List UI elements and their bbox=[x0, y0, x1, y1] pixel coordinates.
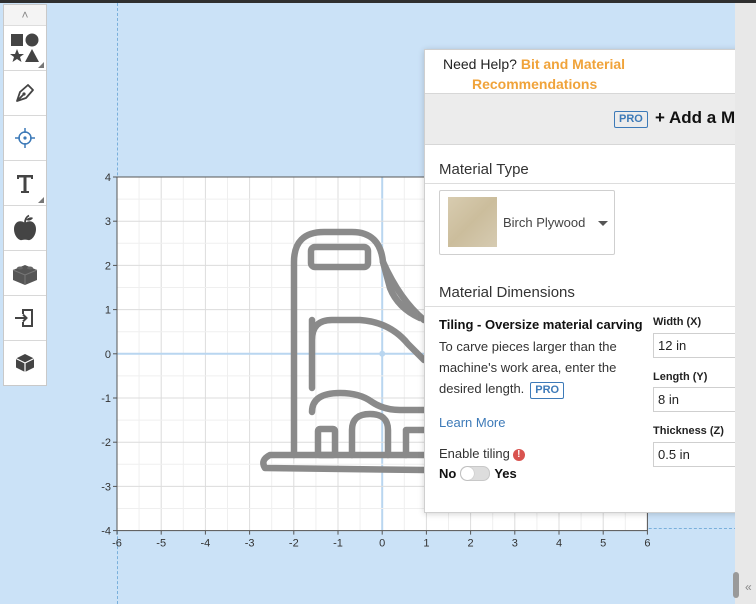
toggle-on-label: Yes bbox=[494, 466, 517, 481]
pro-badge: PRO bbox=[614, 111, 648, 128]
y-tick-label: -2 bbox=[101, 437, 111, 449]
3d-preview-tool[interactable] bbox=[4, 341, 46, 385]
import-tool[interactable] bbox=[4, 296, 46, 341]
clipart-tool[interactable] bbox=[4, 206, 46, 251]
divider bbox=[425, 306, 756, 307]
pen-icon bbox=[16, 84, 34, 102]
x-tick-label: 1 bbox=[423, 538, 429, 550]
recommendations-link[interactable]: Recommendations bbox=[443, 74, 683, 94]
tiling-toggle[interactable] bbox=[460, 466, 491, 481]
toggle-knob bbox=[461, 467, 475, 480]
text-tool[interactable] bbox=[4, 161, 46, 206]
shapes-icon bbox=[10, 33, 39, 62]
y-tick-label: -4 bbox=[101, 526, 111, 538]
tool-sidebar: ˄ bbox=[3, 4, 47, 386]
divider bbox=[425, 183, 756, 184]
target-icon bbox=[15, 128, 35, 148]
width-label: Width (X) bbox=[653, 316, 702, 328]
y-tick-label: 4 bbox=[105, 172, 111, 184]
y-tick-label: -1 bbox=[101, 393, 111, 405]
point-tool[interactable] bbox=[4, 116, 46, 161]
warning-icon: ! bbox=[512, 449, 525, 461]
corner-indicator bbox=[38, 197, 44, 203]
x-tick-label: -3 bbox=[245, 538, 255, 550]
y-tick-label: -3 bbox=[101, 481, 111, 493]
enable-tiling-label: Enable tiling! bbox=[439, 446, 525, 461]
thickness-label: Thickness (Z) bbox=[653, 425, 724, 437]
x-tick-label: -1 bbox=[333, 538, 343, 550]
vertical-scrollbar[interactable] bbox=[735, 3, 756, 604]
tiling-title: Tiling - Oversize material carving bbox=[439, 317, 643, 332]
add-material-bar: PRO + Add a Mate bbox=[425, 93, 756, 145]
y-tick-label: 3 bbox=[105, 216, 111, 228]
x-tick-label: -4 bbox=[201, 538, 211, 550]
enable-tiling-text: Enable tiling bbox=[439, 446, 510, 461]
chevron-down-icon bbox=[598, 221, 608, 226]
box-3d-icon bbox=[15, 354, 35, 372]
x-tick-label: 2 bbox=[468, 538, 474, 550]
lego-brick-icon bbox=[12, 265, 38, 285]
material-dimensions-title: Material Dimensions bbox=[439, 284, 575, 301]
y-tick-label: 0 bbox=[105, 349, 111, 361]
apple-icon bbox=[14, 214, 36, 241]
pen-tool[interactable] bbox=[4, 71, 46, 116]
x-tick-label: -5 bbox=[156, 538, 166, 550]
y-tick-label: 1 bbox=[105, 305, 111, 317]
help-label: Need Help? bbox=[443, 56, 517, 72]
import-icon bbox=[15, 309, 33, 327]
x-tick-label: 0 bbox=[379, 538, 385, 550]
material-swatch bbox=[448, 197, 497, 247]
toggle-off-label: No bbox=[439, 466, 457, 481]
x-tick-label: 5 bbox=[600, 538, 606, 550]
tiling-description: To carve pieces larger than the machine'… bbox=[439, 336, 649, 399]
y-tick-label: 2 bbox=[105, 260, 111, 272]
x-tick-label: 6 bbox=[644, 538, 650, 550]
tiling-toggle-row: No Yes bbox=[439, 466, 517, 481]
learn-more-link[interactable]: Learn More bbox=[439, 415, 505, 430]
x-tick-label: -6 bbox=[112, 538, 122, 550]
double-chevron-up-icon[interactable]: ˄ bbox=[4, 5, 46, 26]
corner-indicator bbox=[38, 62, 44, 68]
text-icon bbox=[17, 175, 33, 193]
material-type-title: Material Type bbox=[439, 161, 529, 178]
scrollbar-thumb[interactable] bbox=[733, 572, 739, 598]
x-tick-label: -2 bbox=[289, 538, 299, 550]
bit-material-link[interactable]: Bit and Material bbox=[521, 56, 625, 72]
double-chevron-left-icon[interactable]: « bbox=[745, 580, 752, 594]
material-settings-panel: Need Help? Bit and Material Recommendati… bbox=[424, 49, 756, 513]
x-tick-label: 3 bbox=[512, 538, 518, 550]
pro-badge: PRO bbox=[530, 382, 565, 399]
length-label: Length (Y) bbox=[653, 371, 708, 383]
material-selected: Birch Plywood bbox=[503, 215, 586, 230]
x-tick-label: 4 bbox=[556, 538, 562, 550]
apps-tool[interactable] bbox=[4, 251, 46, 296]
origin-marker bbox=[379, 350, 386, 357]
material-dropdown[interactable]: Birch Plywood bbox=[439, 190, 615, 255]
shapes-tool[interactable] bbox=[4, 26, 46, 71]
help-text: Need Help? Bit and Material Recommendati… bbox=[443, 54, 683, 94]
tiling-description-text: To carve pieces larger than the machine'… bbox=[439, 339, 617, 396]
